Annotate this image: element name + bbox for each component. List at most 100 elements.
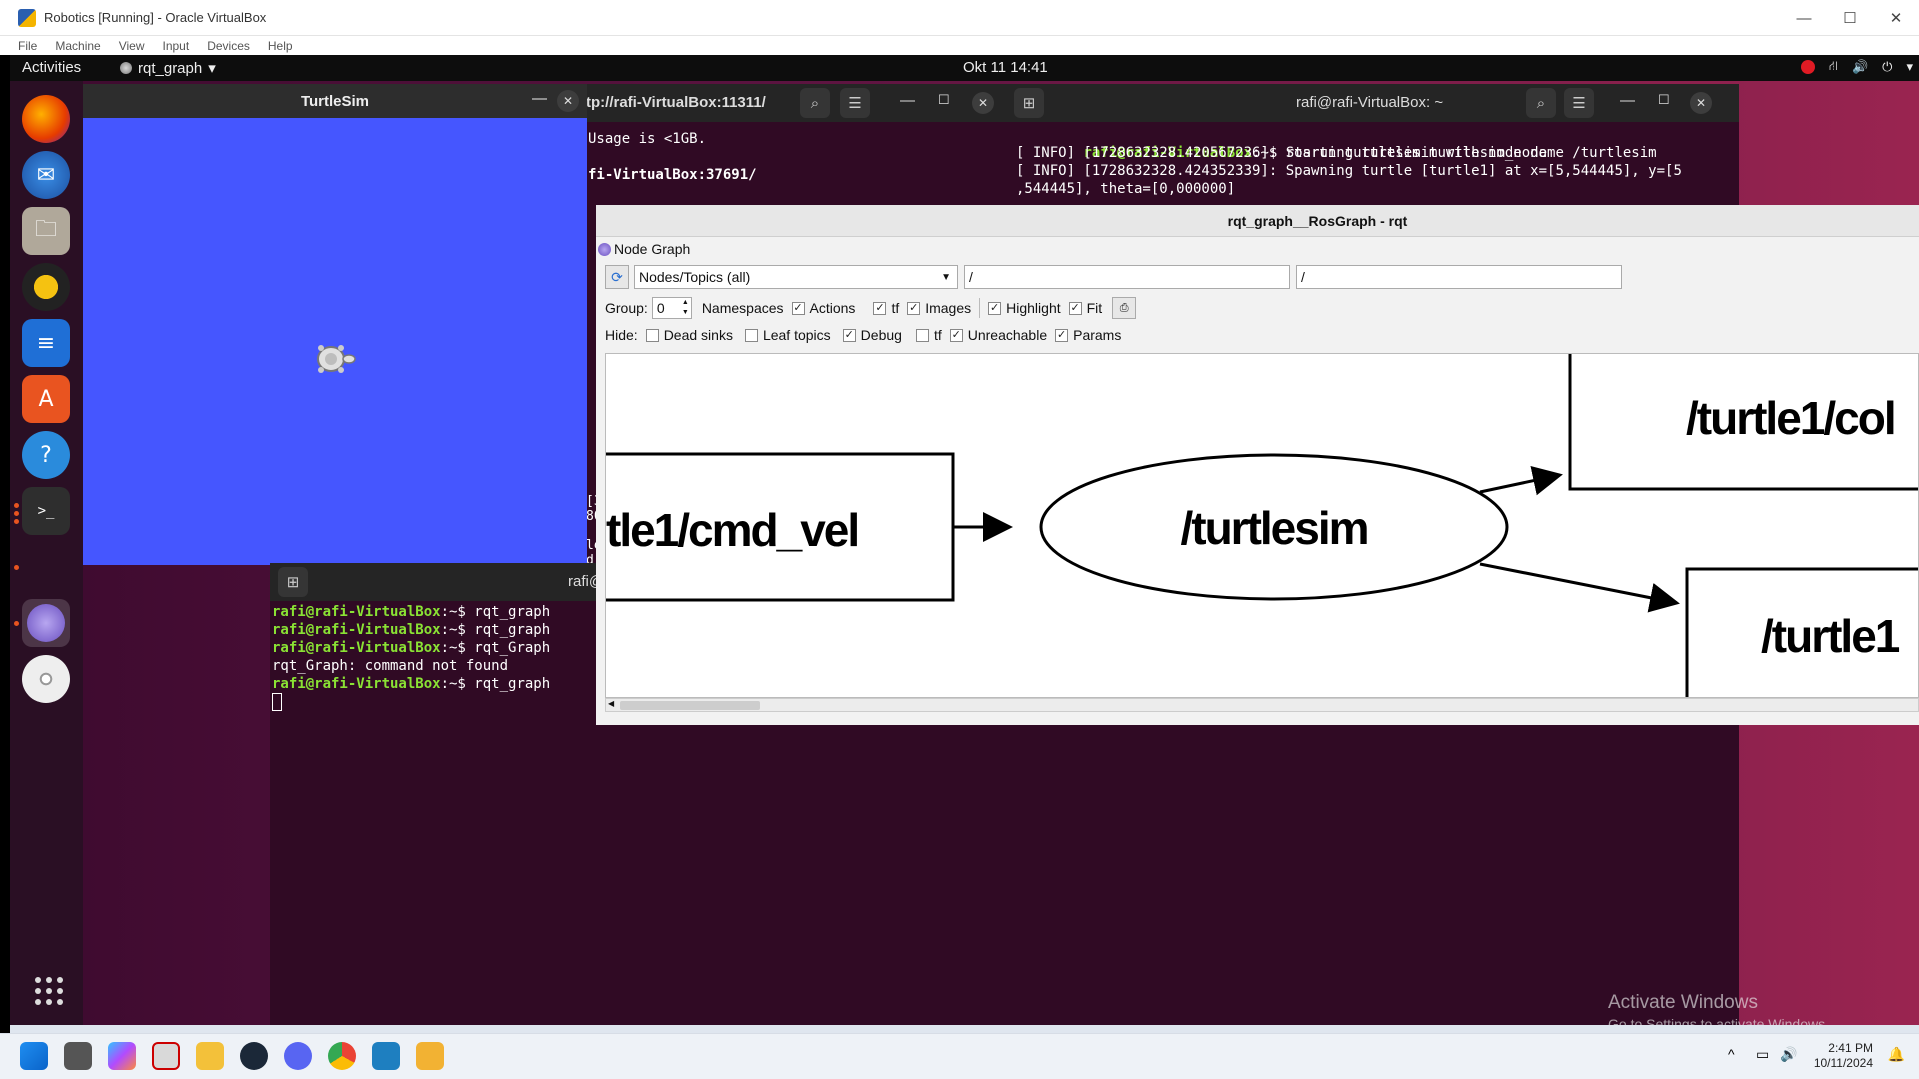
terminal-header[interactable]: tp://rafi-VirtualBox:11311/ ⌕ ☰ — ☐ ✕ bbox=[580, 84, 1030, 122]
leaf-topics-label: Leaf topics bbox=[762, 327, 831, 343]
menu-file[interactable]: File bbox=[18, 39, 37, 53]
leaf-topics-checkbox[interactable] bbox=[744, 328, 758, 342]
menu-input[interactable]: Input bbox=[163, 39, 190, 53]
chrome-icon[interactable] bbox=[328, 1042, 356, 1070]
thunderbird-icon[interactable]: ✉ bbox=[22, 151, 70, 199]
maximize-button[interactable]: ☐ bbox=[1827, 0, 1873, 36]
minimize-button[interactable]: — bbox=[532, 90, 547, 107]
turtlesim-header[interactable]: TurtleSim — ✕ bbox=[83, 84, 587, 118]
libreoffice-writer-icon[interactable]: ≡ bbox=[22, 319, 70, 367]
scrollbar-thumb[interactable] bbox=[620, 701, 760, 710]
terminal-icon[interactable]: >_ bbox=[22, 487, 70, 535]
save-image-icon[interactable]: ⎙ bbox=[1112, 297, 1137, 319]
terminal-prompt: rafi@rafi-VirtualBox bbox=[272, 640, 441, 656]
actions-checkbox[interactable]: ✓ bbox=[791, 301, 805, 315]
chevron-up-icon[interactable]: ^ bbox=[1728, 1046, 1735, 1062]
node-filter-input[interactable]: / bbox=[964, 265, 1290, 289]
dvd-icon[interactable] bbox=[22, 655, 70, 703]
menu-machine[interactable]: Machine bbox=[55, 39, 100, 53]
guest-desktop: Activities rqt_graph ▾ Okt 11 14:41 ⛙ 🔊 … bbox=[10, 55, 1919, 1025]
terminal-title: tp://rafi-VirtualBox:11311/ bbox=[586, 94, 766, 111]
discord-icon[interactable] bbox=[284, 1042, 312, 1070]
app-center-icon[interactable]: A bbox=[22, 375, 70, 423]
copilot-icon[interactable] bbox=[108, 1042, 136, 1070]
terminal-header[interactable]: ⊞ rafi@rafi-VirtualBox: ~ ⌕ ☰ — ☐ ✕ bbox=[1006, 84, 1739, 122]
params-checkbox[interactable]: ✓ bbox=[1055, 328, 1069, 342]
volume-icon: 🔊 bbox=[1851, 59, 1869, 74]
highlight-checkbox[interactable]: ✓ bbox=[988, 301, 1002, 315]
terminal-header[interactable]: ⊞ rafi@ bbox=[270, 563, 610, 601]
toolbar-row: ⟳ Nodes/Topics (all) ▼ / / bbox=[605, 265, 1622, 289]
menu-devices[interactable]: Devices bbox=[207, 39, 250, 53]
search-icon[interactable]: ⌕ bbox=[1526, 88, 1556, 118]
terminal-prompt-suffix: :~$ bbox=[440, 604, 475, 620]
rqt-titlebar[interactable]: rqt_graph__RosGraph - rqt bbox=[596, 205, 1919, 237]
virtualbox-taskbar-icon[interactable] bbox=[416, 1042, 444, 1070]
edge-turtlesim-to-col bbox=[1479, 465, 1563, 496]
minimize-button[interactable]: — bbox=[900, 92, 915, 109]
terminal-prompt-suffix: :~$ bbox=[440, 640, 475, 656]
unreachable-checkbox[interactable]: ✓ bbox=[949, 328, 963, 342]
volume-icon[interactable]: 🔊 bbox=[1780, 1046, 1797, 1063]
task-view-icon[interactable] bbox=[64, 1042, 92, 1070]
taskbar-date: 10/11/2024 bbox=[1813, 1056, 1873, 1070]
terminal-line: fi-VirtualBox:37691/ bbox=[588, 167, 757, 183]
steam-icon[interactable] bbox=[240, 1042, 268, 1070]
minimize-button[interactable]: — bbox=[1781, 0, 1827, 36]
group-spinbox[interactable]: 0 ▲ ▼ bbox=[651, 297, 692, 319]
close-button[interactable]: ✕ bbox=[1690, 92, 1712, 114]
hamburger-menu-icon[interactable]: ☰ bbox=[1564, 88, 1594, 118]
hamburger-menu-icon[interactable]: ☰ bbox=[840, 88, 870, 118]
turtlesim-window[interactable]: TurtleSim — ✕ bbox=[83, 84, 587, 565]
graph-canvas[interactable]: tle1/cmd_vel /turtlesim /turtle1/col /tu… bbox=[605, 353, 1919, 698]
show-apps-icon[interactable] bbox=[35, 977, 63, 1005]
mode-select[interactable]: Nodes/Topics (all) ▼ bbox=[634, 265, 958, 289]
new-tab-icon[interactable]: ⊞ bbox=[278, 567, 308, 597]
snipping-tool-icon[interactable] bbox=[152, 1042, 180, 1070]
maximize-button[interactable]: ☐ bbox=[1658, 92, 1670, 108]
clock[interactable]: Okt 11 14:41 bbox=[963, 59, 1048, 76]
rqt-dock-item[interactable] bbox=[22, 599, 70, 647]
file-explorer-icon[interactable] bbox=[196, 1042, 224, 1070]
new-tab-icon[interactable]: ⊞ bbox=[1014, 88, 1044, 118]
maximize-button[interactable]: ☐ bbox=[938, 92, 950, 108]
windows-taskbar: ^ ▭ 🔊 2:41 PM 10/11/2024 🔔 bbox=[0, 1033, 1919, 1079]
spin-arrows-icon[interactable]: ▲ ▼ bbox=[682, 298, 689, 318]
hide-tf-checkbox[interactable] bbox=[915, 328, 929, 342]
start-icon[interactable] bbox=[20, 1042, 48, 1070]
close-button[interactable]: ✕ bbox=[1873, 0, 1919, 36]
firefox-icon[interactable] bbox=[22, 95, 70, 143]
ros-graph: tle1/cmd_vel /turtlesim /turtle1/col /tu… bbox=[606, 354, 1918, 697]
menu-help[interactable]: Help bbox=[268, 39, 293, 53]
files-icon[interactable]: 🗀 bbox=[22, 207, 70, 255]
debug-label: Debug bbox=[860, 327, 902, 343]
search-icon[interactable]: ⌕ bbox=[800, 88, 830, 118]
close-button[interactable]: ✕ bbox=[972, 92, 994, 114]
topic-filter-input[interactable]: / bbox=[1296, 265, 1622, 289]
refresh-icon[interactable]: ⟳ bbox=[605, 265, 629, 289]
network-icon[interactable]: ▭ bbox=[1756, 1046, 1769, 1063]
notification-bell-icon[interactable]: 🔔 bbox=[1888, 1046, 1905, 1063]
terminal-running-indicator-3 bbox=[14, 519, 19, 524]
vscode-icon[interactable] bbox=[372, 1042, 400, 1070]
dead-sinks-checkbox[interactable] bbox=[645, 328, 659, 342]
scroll-left-icon[interactable]: ◀ bbox=[608, 699, 614, 708]
rhythmbox-icon[interactable] bbox=[22, 263, 70, 311]
images-checkbox[interactable]: ✓ bbox=[907, 301, 921, 315]
app-menu[interactable]: rqt_graph ▾ bbox=[120, 59, 216, 77]
terminal-window-rqt[interactable]: ⊞ rafi@ rafi@rafi-VirtualBox:~$ rqt_grap… bbox=[270, 563, 610, 1025]
tf-checkbox[interactable]: ✓ bbox=[873, 301, 887, 315]
activities-button[interactable]: Activities bbox=[22, 59, 81, 76]
horizontal-scrollbar[interactable]: ◀ bbox=[605, 698, 1919, 712]
debug-checkbox[interactable]: ✓ bbox=[842, 328, 856, 342]
rqt-graph-window[interactable]: rqt_graph__RosGraph - rqt Node Graph ⟳ N… bbox=[596, 205, 1919, 725]
minimize-button[interactable]: — bbox=[1620, 92, 1635, 109]
help-icon[interactable]: ? bbox=[22, 431, 70, 479]
app-menu-label: rqt_graph bbox=[138, 59, 203, 77]
taskbar-clock[interactable]: 2:41 PM 10/11/2024 bbox=[1814, 1041, 1873, 1071]
terminal-error-line: rqt_Graph: command not found bbox=[272, 658, 509, 674]
close-button[interactable]: ✕ bbox=[557, 90, 579, 112]
system-tray[interactable]: ⛙ 🔊 ⏻ ▾ bbox=[1800, 58, 1919, 76]
fit-checkbox[interactable]: ✓ bbox=[1068, 301, 1082, 315]
menu-view[interactable]: View bbox=[119, 39, 145, 53]
